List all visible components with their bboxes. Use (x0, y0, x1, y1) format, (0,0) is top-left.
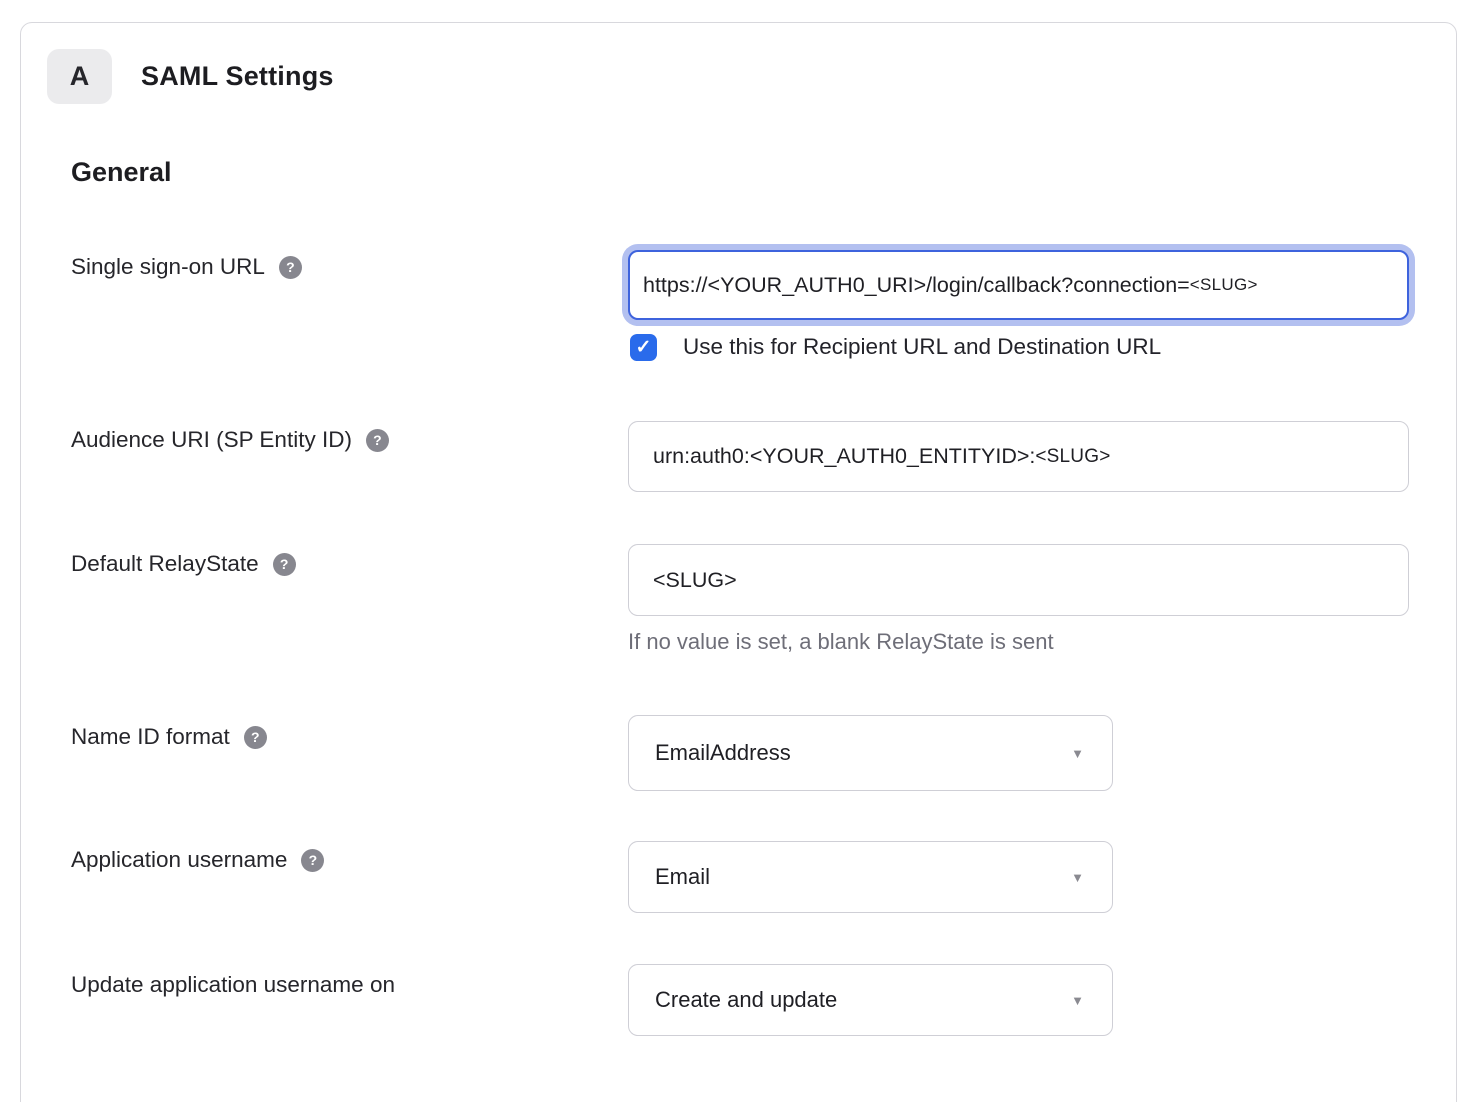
app-username-label-row: Application username ? (71, 847, 324, 873)
relaystate-helper-text: If no value is set, a blank RelayState i… (628, 629, 1054, 655)
app-username-select[interactable]: Email ▼ (628, 841, 1113, 913)
chevron-down-icon: ▼ (1071, 746, 1084, 761)
audience-uri-label: Audience URI (SP Entity ID) (71, 427, 352, 453)
sso-url-input[interactable]: https://<YOUR_AUTH0_URI>/login/callback?… (628, 250, 1409, 320)
relaystate-label-row: Default RelayState ? (71, 551, 296, 577)
saml-settings-card: A SAML Settings General Single sign-on U… (20, 22, 1457, 1102)
help-icon[interactable]: ? (301, 849, 324, 872)
name-id-format-value: EmailAddress (655, 740, 791, 766)
help-icon[interactable]: ? (366, 429, 389, 452)
help-icon[interactable]: ? (244, 726, 267, 749)
page: A SAML Settings General Single sign-on U… (0, 0, 1462, 1102)
relaystate-value: <SLUG> (653, 568, 737, 593)
sso-url-value-slug: <SLUG> (1190, 275, 1258, 295)
name-id-format-select[interactable]: EmailAddress ▼ (628, 715, 1113, 791)
chevron-down-icon: ▼ (1071, 993, 1084, 1008)
sso-url-value: https://<YOUR_AUTH0_URI>/login/callback?… (643, 273, 1190, 298)
checkmark-icon: ✓ (636, 336, 652, 359)
update-username-label: Update application username on (71, 972, 395, 998)
section-letter-badge: A (47, 49, 112, 104)
sso-url-label: Single sign-on URL (71, 254, 265, 280)
update-username-select[interactable]: Create and update ▼ (628, 964, 1113, 1036)
audience-uri-value-slug: <SLUG> (1035, 446, 1110, 468)
recipient-url-checkbox[interactable]: ✓ (630, 334, 657, 361)
audience-uri-input[interactable]: urn:auth0:<YOUR_AUTH0_ENTITYID>:<SLUG> (628, 421, 1409, 492)
name-id-format-label: Name ID format (71, 724, 230, 750)
relaystate-input[interactable]: <SLUG> (628, 544, 1409, 616)
help-icon[interactable]: ? (279, 256, 302, 279)
update-username-label-row: Update application username on (71, 972, 395, 998)
app-username-value: Email (655, 864, 710, 890)
recipient-url-checkbox-label[interactable]: Use this for Recipient URL and Destinati… (683, 334, 1161, 360)
audience-uri-value: urn:auth0:<YOUR_AUTH0_ENTITYID>: (653, 444, 1035, 469)
help-icon[interactable]: ? (273, 553, 296, 576)
name-id-format-label-row: Name ID format ? (71, 724, 267, 750)
chevron-down-icon: ▼ (1071, 870, 1084, 885)
update-username-value: Create and update (655, 987, 837, 1013)
app-username-label: Application username (71, 847, 287, 873)
sso-url-label-row: Single sign-on URL ? (71, 254, 302, 280)
relaystate-label: Default RelayState (71, 551, 259, 577)
section-title-general: General (71, 157, 172, 188)
audience-uri-label-row: Audience URI (SP Entity ID) ? (71, 427, 389, 453)
card-title: SAML Settings (141, 49, 334, 104)
